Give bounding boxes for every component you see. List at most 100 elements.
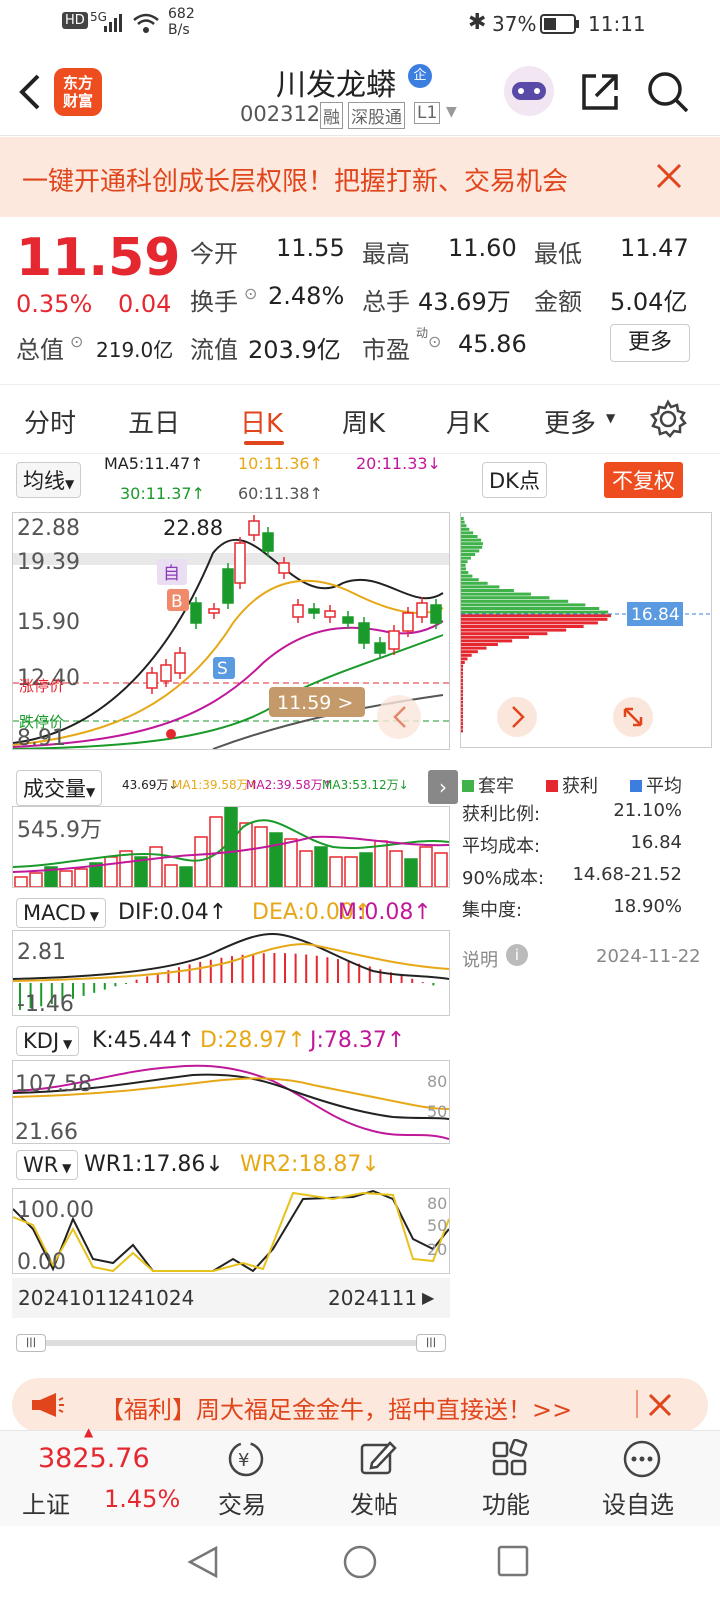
kdj-k: K:45.44↑ (92, 1028, 196, 1053)
close-icon[interactable] (656, 163, 682, 189)
chip-bar (461, 520, 465, 524)
index-name[interactable]: 上证 (22, 1485, 70, 1520)
wr-ref-20: 20 (427, 1240, 447, 1259)
limit-down-label: 跌停价 (19, 713, 64, 731)
nav-add-watchlist[interactable]: 设自选 (602, 1485, 674, 1520)
chevron-right-icon[interactable] (497, 697, 537, 737)
system-back-icon[interactable] (186, 1544, 220, 1580)
chip-bar (461, 653, 472, 657)
macd-bar (93, 983, 96, 993)
y-label-2: 15.90 (17, 610, 80, 635)
legend-profit-swatch (546, 780, 558, 792)
info-icon[interactable]: ⊙ (244, 284, 257, 303)
index-value[interactable]: 3825.76 (38, 1443, 150, 1474)
share-icon[interactable] (578, 70, 622, 114)
vol-ma2: MA2:39.58万↑ (246, 778, 333, 792)
chip-stat-label: 平均成本: (462, 836, 541, 857)
date-axis: 20241011 241024 2024111 ▶ (12, 1278, 450, 1318)
low-label: 最低 (534, 240, 582, 268)
trade-icon[interactable]: ¥ (226, 1439, 266, 1479)
chip-bar (461, 607, 600, 610)
tab-intraday[interactable]: 分时 (24, 403, 76, 440)
volume-bar (164, 864, 178, 888)
megaphone-icon (32, 1393, 64, 1417)
high-label: 最高 (362, 240, 410, 268)
post-icon[interactable] (358, 1439, 398, 1479)
vol-y-label: 545.9万 (17, 818, 102, 843)
macd-select[interactable]: MACD ▼ (16, 898, 106, 928)
note-label[interactable]: 说明 (462, 946, 498, 972)
low-value: 11.47 (620, 234, 689, 262)
search-icon[interactable] (646, 70, 690, 114)
volume-select[interactable]: 成交量▼ (16, 770, 103, 806)
chip-bar (461, 563, 466, 567)
wr-y-bottom: 0.00 (17, 1250, 66, 1273)
kdj-ref-80: 80 (427, 1072, 447, 1091)
macd-bar (199, 961, 202, 983)
nav-functions[interactable]: 功能 (482, 1485, 530, 1520)
wr-select[interactable]: WR ▼ (16, 1150, 79, 1180)
expand-icon[interactable] (613, 697, 653, 737)
stock-header: 东方 财富 川发龙蟒 企 002312 融 深股通 L1 ▼ (0, 48, 720, 136)
play-icon[interactable]: ▶ (422, 1288, 434, 1307)
ma-select[interactable]: 均线▼ (16, 462, 82, 498)
zoom-out-control[interactable] (377, 695, 421, 739)
nav-trade[interactable]: 交易 (218, 1485, 266, 1520)
promo-banner[interactable]: 一键开通科创成长层权限！把握打新、交易机会 (0, 137, 720, 217)
status-bar: HD 5G 682 B/s ✱ 37% 11:11 (0, 0, 720, 48)
expand-panel-button[interactable]: › (428, 770, 458, 804)
settings-gear-icon[interactable] (648, 399, 688, 439)
dropdown-icon[interactable]: ▼ (446, 104, 457, 120)
more-dots-icon[interactable] (622, 1439, 662, 1479)
nav-post[interactable]: 发帖 (350, 1485, 398, 1520)
legend-avg-swatch (630, 780, 642, 792)
chip-bar (461, 722, 463, 726)
wr-chart[interactable]: 100.00 0.00 80 50 20 (12, 1188, 450, 1275)
system-home-icon[interactable] (342, 1544, 378, 1580)
tab-daily-k[interactable]: 日K (240, 403, 283, 440)
avg-cost-tag: 16.84 (631, 605, 680, 625)
scroll-handle-left[interactable]: ||| (16, 1334, 46, 1352)
tab-five-day[interactable]: 五日 (128, 403, 180, 440)
chart-scrollbar[interactable] (16, 1340, 446, 1346)
chip-stat-label: 集中度: (462, 900, 523, 921)
index-percent[interactable]: 1.45% (104, 1485, 180, 1513)
pe-info-icon[interactable]: ⊙ (428, 332, 441, 351)
pe-sup: 动 (416, 326, 429, 340)
avatar[interactable] (504, 66, 554, 116)
mcap-info-icon[interactable]: ⊙ (70, 332, 83, 351)
chip-bar (461, 545, 483, 549)
tab-more[interactable]: 更多 (544, 403, 596, 440)
scroll-handle-right[interactable]: ||| (416, 1334, 446, 1352)
date-end: 2024111 (328, 1286, 418, 1310)
tab-monthly-k[interactable]: 月K (446, 403, 489, 440)
banner-text: 一键开通科创成长层权限！把握打新、交易机会 (22, 167, 569, 197)
info-circle-icon[interactable]: i (506, 944, 528, 966)
volume-bar (284, 838, 298, 888)
kdj-select[interactable]: KDJ ▼ (16, 1026, 80, 1056)
candle-body (342, 616, 354, 624)
kdj-chart[interactable]: 107.58 21.66 80 50 (12, 1060, 450, 1145)
macd-bar (421, 982, 424, 984)
close-icon[interactable] (648, 1393, 672, 1417)
macd-chart[interactable]: 2.81 -1.46 (12, 930, 450, 1017)
promo-strip[interactable]: 【福利】周大福足金金牛，摇中直接送！>> (12, 1378, 708, 1432)
system-recents-icon[interactable] (496, 1544, 530, 1578)
functions-icon[interactable] (490, 1439, 530, 1479)
volume-bar (329, 856, 343, 888)
candle-body (208, 608, 220, 614)
volume-chart[interactable]: 545.9万 (12, 806, 450, 888)
dk-point-button[interactable]: DK点 (482, 462, 547, 498)
chip-stat-value: 16.84 (630, 832, 682, 853)
chip-stat-label: 90%成本: (462, 868, 545, 889)
back-arrow-icon[interactable] (14, 72, 44, 112)
no-adjust-button[interactable]: 不复权 (604, 462, 683, 498)
chip-bar (461, 686, 463, 690)
tab-weekly-k[interactable]: 周K (342, 403, 385, 440)
kline-chart[interactable]: 11.59 > B S 自 22.88 19.39 15.90 12.40 8.… (12, 512, 450, 751)
more-button[interactable]: 更多 (610, 324, 690, 362)
chip-bar (461, 535, 478, 538)
chip-distribution-chart[interactable]: 16.84 (460, 512, 712, 748)
macd-bar (103, 983, 106, 990)
candle-body (374, 642, 386, 654)
